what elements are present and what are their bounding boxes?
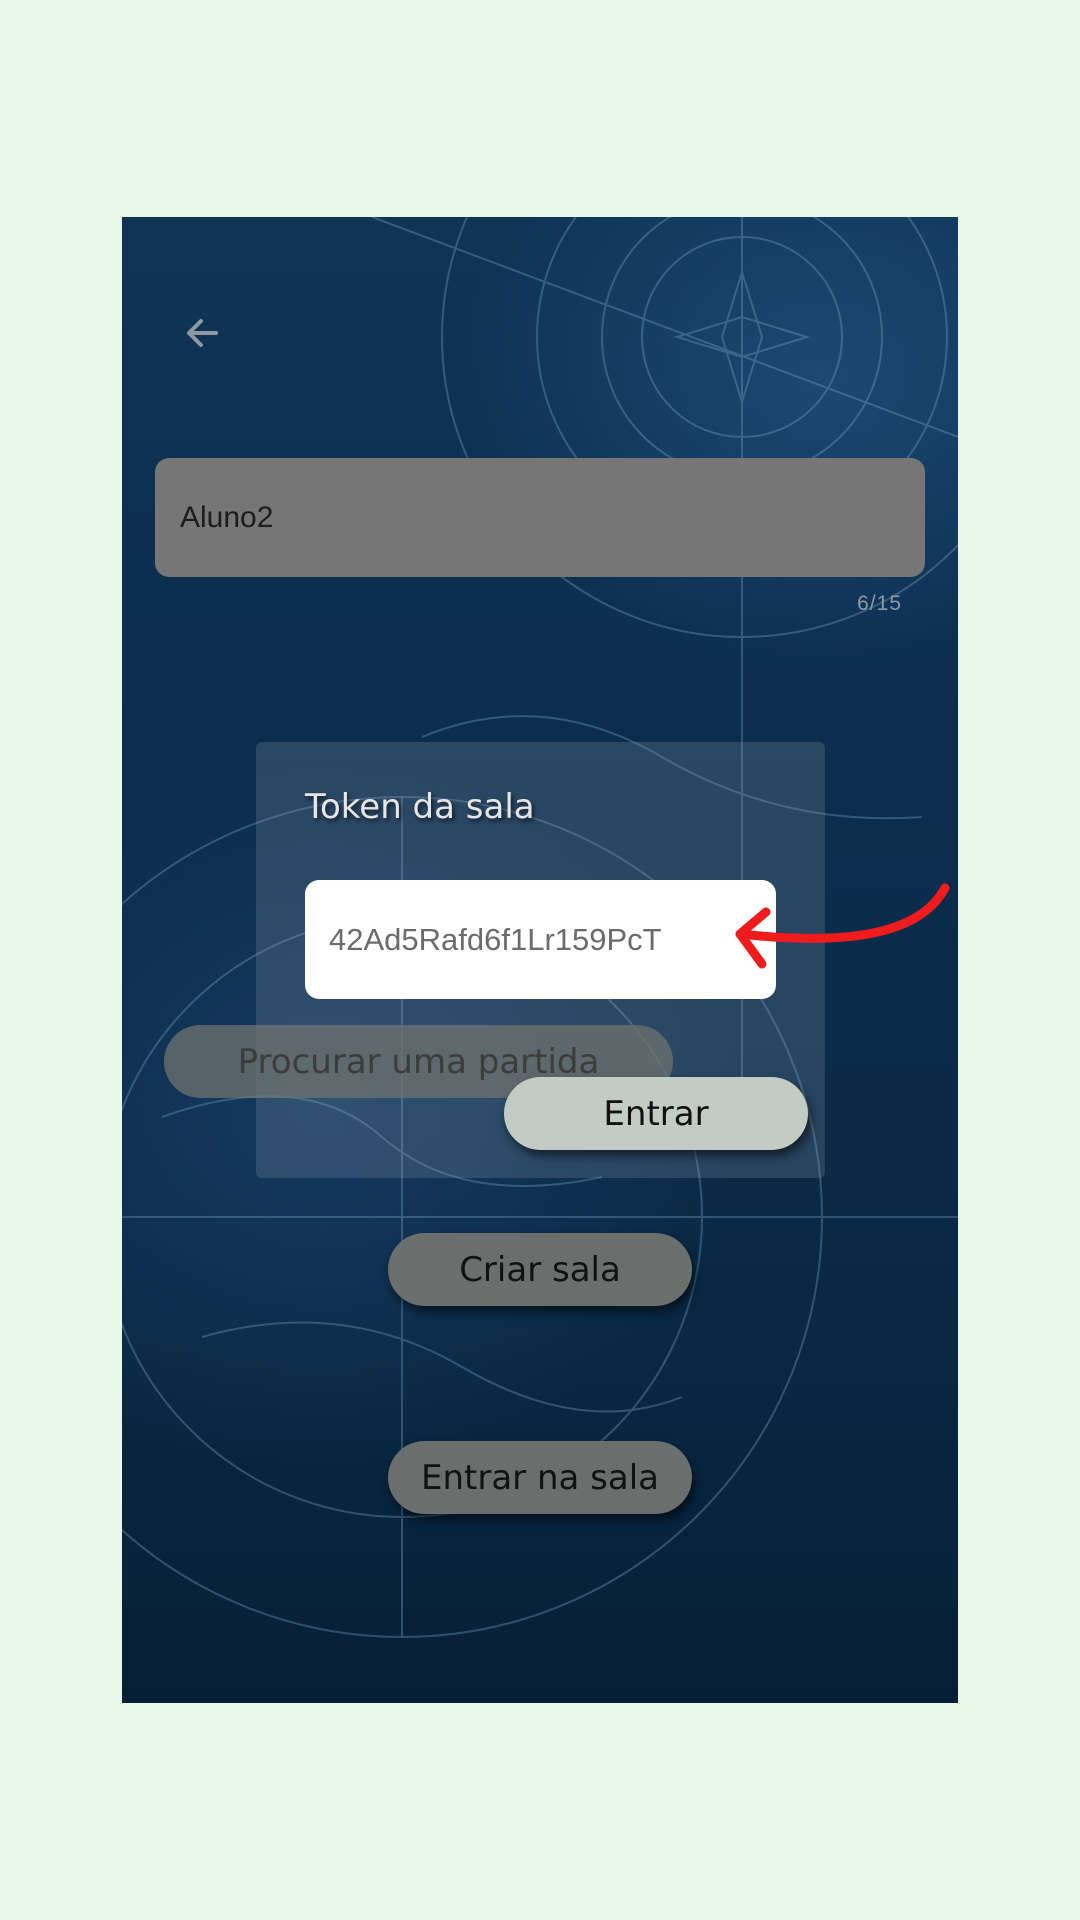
join-room-button[interactable]: Entrar na sala xyxy=(388,1441,692,1514)
player-name-value: Aluno2 xyxy=(180,500,274,534)
back-button[interactable] xyxy=(174,305,230,361)
room-token-value: 42Ad5Rafd6f1Lr159PcT xyxy=(329,921,662,957)
character-counter: 6/15 xyxy=(857,592,902,615)
enter-button[interactable]: Entrar xyxy=(504,1077,808,1150)
arrow-left-icon xyxy=(187,319,218,347)
create-room-button[interactable]: Criar sala xyxy=(388,1233,692,1306)
curved-arrow-icon xyxy=(735,883,950,969)
player-name-input[interactable]: Aluno2 xyxy=(155,458,925,577)
dialog-title: Token da sala xyxy=(305,787,535,827)
